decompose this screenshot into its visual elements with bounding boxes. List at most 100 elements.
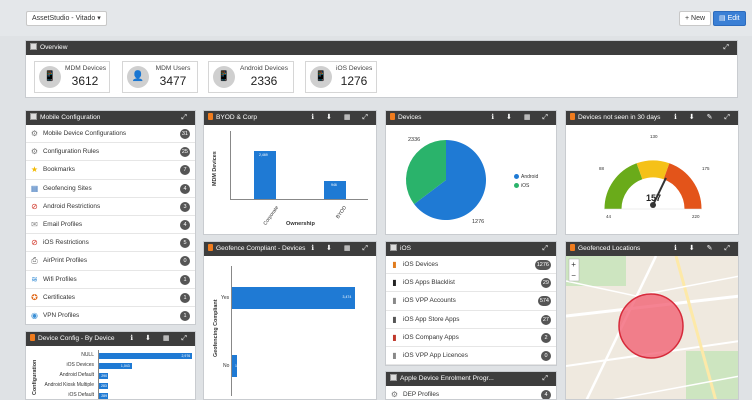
y-axis-label: Configuration xyxy=(32,359,38,395)
item-label: Configuration Rules xyxy=(43,148,100,156)
stat-ios-devices[interactable]: 📱 iOS Devices 1276 xyxy=(305,61,377,93)
grid-icon xyxy=(390,244,397,251)
bar-corporate[interactable]: 2,469 xyxy=(254,151,276,199)
count-badge: 574 xyxy=(537,296,551,307)
apple-dep-panel: Apple Device Enrolment Progr... ⤢ ⚙ DEP Pr… xyxy=(385,371,557,400)
panel-tools[interactable]: ℹ ⬇ ▦ ⤢ xyxy=(130,332,192,346)
list-item[interactable]: ≋ Wifi Profiles 1 xyxy=(26,271,195,289)
edit-button[interactable]: ▤ Edit xyxy=(713,11,746,26)
bar-compliant-no[interactable]: 137 xyxy=(232,355,241,377)
company-apps-icon: ▮ xyxy=(392,332,397,342)
list-item[interactable]: ✪ Certificates 1 xyxy=(26,289,195,307)
devices-panel: Devices ℹ ⬇ ▦ ⤢ 2336 1276 Android iOS xyxy=(385,110,557,235)
gauge-tick-label: 88 xyxy=(599,166,605,171)
y-axis xyxy=(230,131,231,199)
bar-value-label: 137 xyxy=(235,364,241,368)
bar-config[interactable]: 1,043 xyxy=(99,363,132,369)
expand-icon[interactable]: ⤢ xyxy=(723,41,734,55)
workspace-dropdown[interactable]: AssetStudio - Vitado ▾ xyxy=(26,11,107,26)
list-item[interactable]: ▦ Geofencing Sites 4 xyxy=(26,180,195,198)
count-badge: 1 xyxy=(180,274,190,285)
list-item[interactable]: ▮ iOS VPP App Licences 0 xyxy=(386,347,556,365)
stat-label: iOS Devices xyxy=(336,65,373,72)
legend-swatch xyxy=(514,174,519,179)
geofenced-header: Geofenced Locations ℹ ⬇ ✎ ⤢ xyxy=(566,242,738,256)
mobile-config-title: Mobile Configuration xyxy=(40,114,101,121)
stat-label: Android Devices xyxy=(239,65,288,72)
item-label: DEP Profiles xyxy=(403,391,440,398)
count-badge: 1 xyxy=(180,310,190,321)
list-item[interactable]: ◉ VPN Profiles 1 xyxy=(26,307,195,324)
count-badge: 4 xyxy=(180,219,190,230)
y-tick-label: Android Default xyxy=(59,372,94,378)
byod-title: BYOD & Corp xyxy=(216,114,258,121)
grid-icon xyxy=(30,43,37,50)
pie-value-label: 1276 xyxy=(472,219,484,225)
star-icon: ★ xyxy=(30,165,39,175)
panel-tools[interactable]: ℹ ⬇ ✎ ⤢ xyxy=(674,111,735,125)
zoom-in-button[interactable]: + xyxy=(571,260,576,269)
list-item[interactable]: ▮ iOS Company Apps 2 xyxy=(386,329,556,347)
geofence-icon: ▦ xyxy=(30,183,39,193)
bar-byod[interactable]: 946 xyxy=(324,180,346,199)
list-item[interactable]: ▮ iOS Apps Blacklist 29 xyxy=(386,274,556,293)
zoom-out-button[interactable]: − xyxy=(571,271,576,280)
x-tick-label: BYOD xyxy=(335,205,349,221)
vpn-icon: ◉ xyxy=(31,310,38,320)
stat-mdm-users[interactable]: 👤 MDM Users 3477 xyxy=(122,61,198,93)
panel-tools[interactable]: ℹ ⬇ ▦ ⤢ xyxy=(491,111,553,125)
bar-config[interactable]: 290 xyxy=(99,373,109,379)
device-icon xyxy=(208,244,213,251)
not-seen-header: Devices not seen in 30 days ℹ ⬇ ✎ ⤢ xyxy=(566,111,738,125)
y-tick-label: iOS Devices xyxy=(66,362,94,368)
ios-device-icon: 📱 xyxy=(310,66,332,88)
bar-config[interactable]: 283 xyxy=(99,383,108,389)
gauge-tick-label: 220 xyxy=(692,214,700,219)
count-badge: 7 xyxy=(180,165,190,176)
geofence-area[interactable] xyxy=(618,293,684,359)
bar-compliant-yes[interactable]: 3,474 xyxy=(232,287,356,309)
gauge-band-red xyxy=(663,163,702,210)
list-item[interactable]: ▮ iOS Devices 1276 xyxy=(386,256,556,275)
list-item[interactable]: ⎙ AirPrint Profiles 0 xyxy=(26,252,195,271)
list-item[interactable]: ⊘ Android Restrictions 3 xyxy=(26,198,195,216)
count-badge: 29 xyxy=(540,278,551,289)
wifi-icon: ≋ xyxy=(31,274,38,284)
edit-label: Edit xyxy=(727,15,740,22)
map-view[interactable]: + − xyxy=(566,256,739,400)
panel-tools[interactable]: ℹ ⬇ ▦ ⤢ xyxy=(311,242,373,256)
bar-config[interactable]: 2,976 xyxy=(99,353,193,359)
count-badge: 27 xyxy=(540,314,551,325)
list-item[interactable]: ★ Bookmarks 7 xyxy=(26,161,195,180)
expand-icon[interactable]: ⤢ xyxy=(181,111,192,125)
item-label: iOS Restrictions xyxy=(43,239,89,247)
stat-value: 3612 xyxy=(71,74,99,88)
apple-dep-header: Apple Device Enrolment Progr... ⤢ xyxy=(386,372,556,386)
list-item[interactable]: ▮ iOS VPP Accounts 574 xyxy=(386,292,556,311)
list-item[interactable]: ✉ Email Profiles 4 xyxy=(26,216,195,235)
list-item[interactable]: ▮ iOS App Store Apps 27 xyxy=(386,311,556,329)
stat-label: MDM Users xyxy=(155,65,191,72)
expand-icon[interactable]: ⤢ xyxy=(542,372,553,386)
new-button[interactable]: + New xyxy=(679,11,712,26)
list-item[interactable]: ⊘ iOS Restrictions 5 xyxy=(26,234,195,253)
geofence-compliant-header: Geofence Compliant - Devices ℹ ⬇ ▦ ⤢ xyxy=(204,242,376,256)
gauge-band-green xyxy=(604,163,643,210)
overview-header: Overview ⤢ xyxy=(26,41,737,55)
panel-tools[interactable]: ℹ ⬇ ▦ ⤢ xyxy=(311,111,373,125)
stat-mdm-devices[interactable]: 📱 MDM Devices 3612 xyxy=(34,61,110,93)
bar-config[interactable]: 289 xyxy=(99,393,109,399)
count-badge: 4 xyxy=(180,183,190,194)
stat-android-devices[interactable]: 📱 Android Devices 2336 xyxy=(208,61,294,93)
gauge-band-yellow xyxy=(636,160,670,180)
panel-tools[interactable]: ℹ ⬇ ✎ ⤢ xyxy=(674,242,735,256)
legend-android: Android xyxy=(514,174,538,180)
ios-title: iOS xyxy=(400,245,411,252)
android-icon: 📱 xyxy=(213,66,235,88)
device-config-title: Device Config - By Device xyxy=(38,335,115,342)
list-item[interactable]: ⚙ DEP Profiles 4 xyxy=(386,386,556,399)
devices-header: Devices ℹ ⬇ ▦ ⤢ xyxy=(386,111,556,125)
list-item[interactable]: ⚙ Configuration Rules 25 xyxy=(26,143,195,162)
expand-icon[interactable]: ⤢ xyxy=(542,242,553,256)
list-item[interactable]: ⚙ Mobile Device Configurations 31 xyxy=(26,125,195,144)
